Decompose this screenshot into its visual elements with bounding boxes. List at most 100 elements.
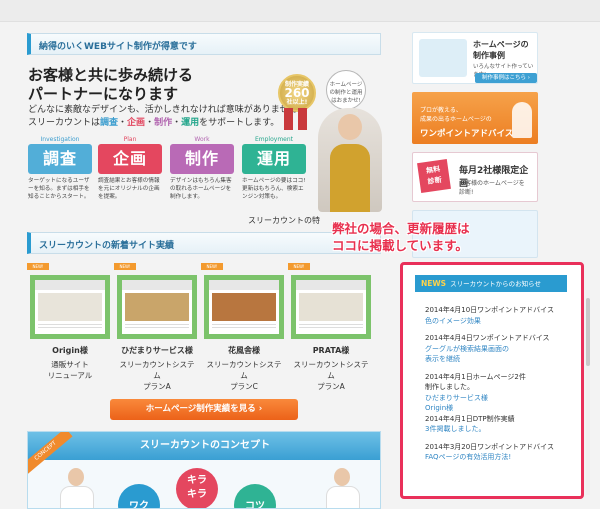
news-link-cont[interactable]: 表示を継続 bbox=[425, 354, 577, 365]
free-sub: お客様のホームページを 診断! bbox=[459, 179, 525, 197]
news-item[interactable]: 2014年4月10日ワンポイントアドバイス 色のイメージ効果 bbox=[425, 305, 577, 326]
step-box: 調査 bbox=[28, 144, 92, 174]
badge-ribbon-left bbox=[284, 108, 293, 130]
work-name[interactable]: Origin様 bbox=[30, 345, 110, 356]
keyword-work: 制作 bbox=[154, 118, 173, 128]
annotation-callout: 弊社の場合、更新履歴は ココに掲載しています。 bbox=[332, 220, 532, 254]
work-sub-line1: 通販サイト bbox=[51, 360, 89, 369]
work-thumbnail[interactable] bbox=[30, 275, 110, 339]
news-item[interactable]: Origin様 2014年4月1日DTP制作実績 3件掲載しました。 bbox=[425, 403, 577, 435]
portfolio-title-2: 制作事例 bbox=[473, 51, 505, 60]
new-tag: NEW! bbox=[288, 263, 310, 270]
section-title-web-production: 納得のいくWEBサイト制作が得意です bbox=[27, 33, 381, 55]
news-link[interactable]: Origin様 bbox=[425, 403, 577, 414]
news-date: 2014年4月1日DTP制作実績 bbox=[425, 414, 515, 423]
badge-number: 260 bbox=[284, 86, 310, 100]
view-works-button[interactable]: ホームページ制作実績を見る › bbox=[110, 399, 298, 420]
portfolio-button[interactable]: 制作事例はこちら › bbox=[475, 73, 537, 83]
step-en-label: Work bbox=[194, 136, 210, 143]
step-en-label: Employment bbox=[254, 136, 294, 143]
news-scrollbar[interactable] bbox=[586, 290, 590, 495]
news-label: NEWS bbox=[421, 279, 447, 288]
news-date: 2014年4月1日ホームページ2件 bbox=[425, 372, 526, 381]
step-en-label: Investigation bbox=[40, 136, 80, 143]
advice-title: ワンポイントアドバイス bbox=[420, 129, 514, 139]
step-desc: デザインはもちろん集客の取れるホームページを制作します。 bbox=[170, 178, 232, 200]
news-header: NEWS スリーカウントからのお知らせ bbox=[415, 275, 567, 292]
portfolio-title: ホームページの 制作事例 bbox=[473, 39, 529, 61]
concept-circle-kira: キラ キラ bbox=[176, 468, 218, 508]
work-card-origin[interactable]: NEW! Origin様 通販サイト リニューアル bbox=[27, 263, 110, 381]
news-date: 2014年4月10日ワンポイントアドバイス bbox=[425, 306, 554, 314]
step-desc: 調査結果とお客様の情報を元にオリジナルの企画を提案。 bbox=[98, 178, 160, 200]
laptop-icon bbox=[419, 39, 467, 77]
concept-circle-kotsu: コツ bbox=[234, 484, 276, 508]
free-diagnosis-banner[interactable]: 無料 診断 毎月2社様限定企画 お客様のホームページを 診断! bbox=[412, 152, 538, 202]
advice-line1: プロが教える、 bbox=[420, 107, 462, 114]
step-box: 制作 bbox=[170, 144, 234, 174]
news-title: スリーカウントからのお知らせ bbox=[450, 280, 541, 288]
step-desc: ホームページの要はココ!更新はもちろん、検索エンジン対策も。 bbox=[242, 178, 306, 200]
work-name[interactable]: ひだまりサービス様 bbox=[117, 345, 197, 356]
news-item[interactable]: 2014年4月1日ホームページ2件 制作しました。 ひだまりサービス様 bbox=[425, 372, 577, 404]
concept-circle-waku: ワク bbox=[118, 484, 160, 508]
scrollbar-thumb[interactable] bbox=[586, 298, 590, 366]
news-item[interactable]: 2014年4月4日ワンポイントアドバイス グーグルが検索結果画面の 表示を継続 bbox=[425, 333, 577, 365]
advice-text: プロが教える、 成果の出るホームページの bbox=[420, 106, 492, 124]
news-link[interactable]: 色のイメージ効果 bbox=[425, 316, 577, 327]
work-sub-line2: リニューアル bbox=[47, 371, 93, 380]
news-link[interactable]: ひだまりサービス様 bbox=[425, 393, 577, 404]
hero-paragraph-2: スリーカウントは調査・企画・制作・運用をサポートします。 bbox=[28, 118, 280, 128]
concept-kira-2: キラ bbox=[187, 489, 207, 500]
news-date: 2014年4月4日ワンポイントアドバイス bbox=[425, 334, 550, 342]
new-tag: NEW! bbox=[114, 263, 136, 270]
portfolio-banner[interactable]: ホームページの 制作事例 いろんなサイト作っています! 制作事例はこちら › bbox=[412, 32, 538, 84]
steps-footer-text: スリーカウントの特 bbox=[248, 216, 320, 225]
news-item[interactable]: 2014年3月20日ワンポイントアドバイス FAQページの有効活用方法! bbox=[425, 442, 577, 463]
concept-person-left bbox=[56, 468, 96, 508]
hero-heading-line2: パートナーになります bbox=[28, 85, 179, 103]
work-sub-line2: プランC bbox=[230, 382, 258, 391]
news-link[interactable]: FAQページの有効活用方法! bbox=[425, 452, 577, 463]
badge-ribbon-right bbox=[298, 108, 307, 130]
work-sub-line2: プランA bbox=[143, 382, 171, 391]
concept-kira-1: キラ bbox=[187, 475, 207, 486]
free-sub-2: 診断! bbox=[459, 189, 474, 196]
achievement-badge: 制作実績 260 社以上! bbox=[278, 74, 316, 112]
new-tag: NEW! bbox=[201, 263, 223, 270]
free-stamp: 無料 診断 bbox=[417, 159, 451, 193]
hero-person-image bbox=[318, 108, 382, 212]
annotation-line1: 弊社の場合、更新履歴は bbox=[332, 221, 470, 236]
work-name[interactable]: 花風舎様 bbox=[204, 345, 284, 356]
news-text: 制作しました。 bbox=[425, 383, 474, 391]
step-box: 企画 bbox=[98, 144, 162, 174]
news-link[interactable]: グーグルが検索結果画面の bbox=[425, 344, 577, 355]
news-link-cont[interactable]: 3件掲載しました。 bbox=[425, 424, 577, 435]
concept-title: スリーカウントのコンセプト bbox=[28, 432, 380, 460]
advice-banner[interactable]: プロが教える、 成果の出るホームページの ワンポイントアドバイス bbox=[412, 92, 538, 144]
step-investigation: Investigation 調査 ターゲットになるユーザーを知る。まずは相手を知… bbox=[28, 136, 92, 216]
keyword-investigation: 調査 bbox=[100, 118, 119, 128]
step-plan: Plan 企画 調査結果とお客様の情報を元にオリジナルの企画を提案。 bbox=[98, 136, 162, 216]
hero-para-prefix: スリーカウントは bbox=[28, 118, 101, 128]
work-card-prata[interactable]: NEW! PRATA様 スリーカウントシステム プランA bbox=[288, 263, 371, 392]
news-date: 2014年3月20日ワンポイントアドバイス bbox=[425, 442, 554, 451]
annotation-line2: ココに掲載しています。 bbox=[332, 238, 468, 253]
keyword-plan: 企画 bbox=[127, 118, 146, 128]
work-thumbnail[interactable] bbox=[291, 275, 371, 339]
work-thumbnail[interactable] bbox=[204, 275, 284, 339]
keyword-employment: 運用 bbox=[181, 118, 200, 128]
step-work: Work 制作 デザインはもちろん集客の取れるホームページを制作します。 bbox=[170, 136, 234, 216]
concept-person-right bbox=[322, 468, 362, 508]
work-sub-line2: プランA bbox=[317, 382, 345, 391]
advice-line2: 成果の出るホームページの bbox=[420, 116, 492, 123]
concept-section: スリーカウントのコンセプト CONCEPT ワク キラ キラ コツ bbox=[27, 431, 381, 509]
work-thumbnail[interactable] bbox=[117, 275, 197, 339]
work-card-hidamari[interactable]: NEW! ひだまりサービス様 スリーカウントシステム プランA bbox=[114, 263, 197, 392]
work-name[interactable]: PRATA様 bbox=[291, 345, 371, 356]
portfolio-title-1: ホームページの bbox=[473, 40, 529, 49]
browser-top-bar bbox=[0, 0, 600, 22]
work-card-kafusha[interactable]: NEW! 花風舎様 スリーカウントシステム プランC bbox=[201, 263, 284, 392]
step-box: 運用 bbox=[242, 144, 306, 174]
news-box-highlighted: NEWS スリーカウントからのお知らせ 2014年4月10日ワンポイントアドバイス… bbox=[400, 262, 584, 499]
